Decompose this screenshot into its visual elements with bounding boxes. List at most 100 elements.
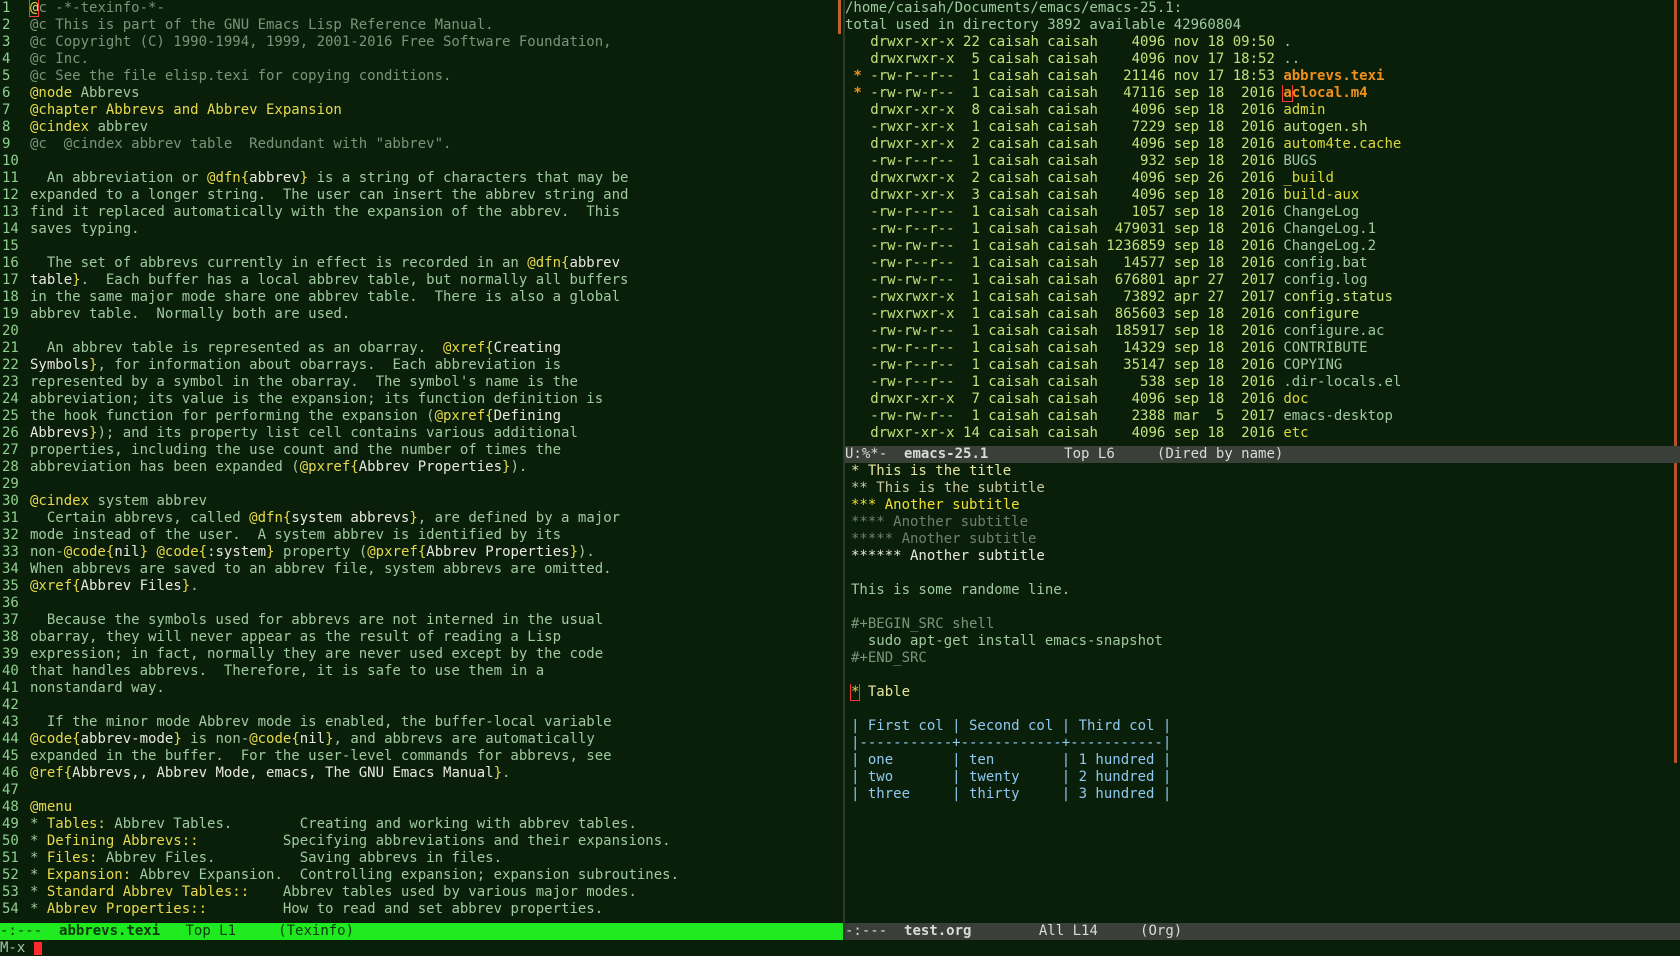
code-line[interactable]: 20 [0,323,843,340]
dired-entry[interactable]: * -rw-r--r-- 1 caisah caisah 21146 nov 1… [845,68,1680,85]
dired-filename[interactable]: build-aux [1283,187,1359,203]
dired-filename[interactable]: BUGS [1283,153,1317,169]
dired-filename[interactable]: autogen.sh [1283,119,1367,135]
dired-filename[interactable]: autom4te.cache [1283,136,1401,152]
code-line[interactable]: 11 An abbreviation or @dfn{abbrev} is a … [0,170,843,187]
org-line[interactable]: | First col | Second col | Third col | [845,718,1680,735]
dired-entry[interactable]: -rw-r--r-- 1 caisah caisah 35147 sep 18 … [845,357,1680,374]
code-line[interactable]: 21 An abbrev table is represented as an … [0,340,843,357]
code-line[interactable]: 44 @code{abbrev-mode} is non-@code{nil}, … [0,731,843,748]
dired-filename[interactable]: emacs-desktop [1283,408,1393,424]
org-line[interactable]: * Table [845,684,1680,701]
dired-filename[interactable]: CONTRIBUTE [1283,340,1367,356]
dired-filename[interactable]: ChangeLog.1 [1283,221,1376,237]
code-line[interactable]: 24 abbreviation; its value is the expansi… [0,391,843,408]
code-line[interactable]: 10 [0,153,843,170]
code-line[interactable]: 7 @chapter Abbrevs and Abbrev Expansion [0,102,843,119]
org-line[interactable]: | three | thirty | 3 hundred | [845,786,1680,803]
code-line[interactable]: 8 @cindex abbrev [0,119,843,136]
code-line[interactable]: 37 Because the symbols used for abbrevs … [0,612,843,629]
dired-filename[interactable]: etc [1283,425,1308,441]
modeline-dired[interactable]: U:%*- emacs-25.1 Top L6 (Dired by name) [845,446,1680,463]
org-line[interactable] [845,599,1680,616]
code-line[interactable]: 45 expanded in the buffer. For the user-l… [0,748,843,765]
code-line[interactable]: 49 * Tables: Abbrev Tables. Creating and … [0,816,843,833]
code-line[interactable]: 26 Abbrevs}); and its property list cell … [0,425,843,442]
dired-filename[interactable]: doc [1283,391,1308,407]
code-line[interactable]: 2 @c This is part of the GNU Emacs Lisp R… [0,17,843,34]
dired-filename[interactable]: config.bat [1283,255,1367,271]
dired-entry[interactable]: -rw-rw-r-- 1 caisah caisah 1236859 sep 1… [845,238,1680,255]
dired-entry[interactable]: -rw-rw-r-- 1 caisah caisah 185917 sep 18… [845,323,1680,340]
dired-filename[interactable]: .. [1283,51,1300,67]
left-scrollbar[interactable] [838,0,841,34]
code-line[interactable]: 53 * Standard Abbrev Tables:: Abbrev tabl… [0,884,843,901]
code-line[interactable]: 9 @c @cindex abbrev table Redundant with … [0,136,843,153]
org-line[interactable]: | one | ten | 1 hundred | [845,752,1680,769]
code-line[interactable]: 1 @c -*-texinfo-*- [0,0,843,17]
dired-filename[interactable]: config.log [1283,272,1367,288]
code-line[interactable]: 30 @cindex system abbrev [0,493,843,510]
dired-entry[interactable]: * -rw-rw-r-- 1 caisah caisah 47116 sep 1… [845,85,1680,102]
dired-filename[interactable]: . [1283,34,1291,50]
dired-filename[interactable]: config.status [1283,289,1393,305]
dired-entry[interactable]: -rw-r--r-- 1 caisah caisah 479031 sep 18… [845,221,1680,238]
dired-entry[interactable]: drwxr-xr-x 7 caisah caisah 4096 sep 18 2… [845,391,1680,408]
code-line[interactable]: 50 * Defining Abbrevs:: Specifying abbrev… [0,833,843,850]
org-line[interactable]: This is some randome line. [845,582,1680,599]
org-line[interactable]: | two | twenty | 2 hundred | [845,769,1680,786]
code-line[interactable]: 48 @menu [0,799,843,816]
code-line[interactable]: 4 @c Inc. [0,51,843,68]
modeline-left[interactable]: -:--- abbrevs.texi Top L1 (Texinfo) [0,923,843,940]
code-line[interactable]: 6 @node Abbrevs [0,85,843,102]
org-line[interactable]: ***** Another subtitle [845,531,1680,548]
code-line[interactable]: 36 [0,595,843,612]
code-line[interactable]: 39 expression; in fact, normally they are… [0,646,843,663]
code-line[interactable]: 22 Symbols}, for information about obarra… [0,357,843,374]
org-line[interactable]: #+END_SRC [845,650,1680,667]
code-line[interactable]: 41 nonstandard way. [0,680,843,697]
dired-filename[interactable]: configure [1283,306,1359,322]
dired-filename[interactable]: _build [1283,170,1334,186]
dired-entry[interactable]: drwxr-xr-x 14 caisah caisah 4096 sep 18 … [845,425,1680,442]
org-line[interactable] [845,701,1680,718]
dired-entry[interactable]: -rwxrwxr-x 1 caisah caisah 865603 sep 18… [845,306,1680,323]
dired-entry[interactable]: -rw-rw-r-- 1 caisah caisah 2388 mar 5 20… [845,408,1680,425]
code-line[interactable]: 54 * Abbrev Properties:: How to read and … [0,901,843,918]
window-divider[interactable] [843,0,845,940]
code-line[interactable]: 29 [0,476,843,493]
dired-buffer[interactable]: /home/caisah/Documents/emacs/emacs-25.1:… [845,0,1680,446]
dired-scrollbar[interactable] [1674,0,1677,446]
dired-filename[interactable]: admin [1283,102,1325,118]
org-line[interactable]: |-----------+------------+-----------| [845,735,1680,752]
code-line[interactable]: 33 non-@code{nil} @code{:system} property… [0,544,843,561]
code-line[interactable]: 27 properties, including the use count an… [0,442,843,459]
texinfo-buffer[interactable]: 1 @c -*-texinfo-*- 2 @c This is part of the… [0,0,843,924]
dired-filename[interactable]: ChangeLog.2 [1283,238,1376,254]
code-line[interactable]: 34 When abbrevs are saved to an abbrev fi… [0,561,843,578]
dired-filename[interactable]: .dir-locals.el [1283,374,1401,390]
code-line[interactable]: 14 saves typing. [0,221,843,238]
dired-entry[interactable]: drwxrwxr-x 2 caisah caisah 4096 sep 26 2… [845,170,1680,187]
code-line[interactable]: 19 abbrev table. Normally both are used. [0,306,843,323]
code-line[interactable]: 40 that handles abbrevs. Therefore, it is… [0,663,843,680]
dired-entry[interactable]: drwxrwxr-x 5 caisah caisah 4096 nov 17 1… [845,51,1680,68]
dired-entry[interactable]: -rw-r--r-- 1 caisah caisah 932 sep 18 20… [845,153,1680,170]
dired-entry[interactable]: -rw-r--r-- 1 caisah caisah 14329 sep 18 … [845,340,1680,357]
org-line[interactable]: **** Another subtitle [845,514,1680,531]
org-line[interactable]: ****** Another subtitle [845,548,1680,565]
code-line[interactable]: 18 in the same major mode share one abbre… [0,289,843,306]
org-line[interactable]: * This is the title [845,463,1680,480]
dired-filename[interactable]: aclocal.m4 [1282,85,1368,102]
code-line[interactable]: 38 obarray, they will never appear as the… [0,629,843,646]
code-line[interactable]: 43 If the minor mode Abbrev mode is enab… [0,714,843,731]
code-line[interactable]: 42 [0,697,843,714]
dired-entry[interactable]: -rw-rw-r-- 1 caisah caisah 676801 apr 27… [845,272,1680,289]
org-line[interactable] [845,565,1680,582]
dired-entry[interactable]: -rwxr-xr-x 1 caisah caisah 7229 sep 18 2… [845,119,1680,136]
dired-filename[interactable]: COPYING [1283,357,1342,373]
code-line[interactable]: 32 mode instead of the user. A system abb… [0,527,843,544]
code-line[interactable]: 16 The set of abbrevs currently in effec… [0,255,843,272]
code-line[interactable]: 12 expanded to a longer string. The user … [0,187,843,204]
code-line[interactable]: 51 * Files: Abbrev Files. Saving abbrevs … [0,850,843,867]
